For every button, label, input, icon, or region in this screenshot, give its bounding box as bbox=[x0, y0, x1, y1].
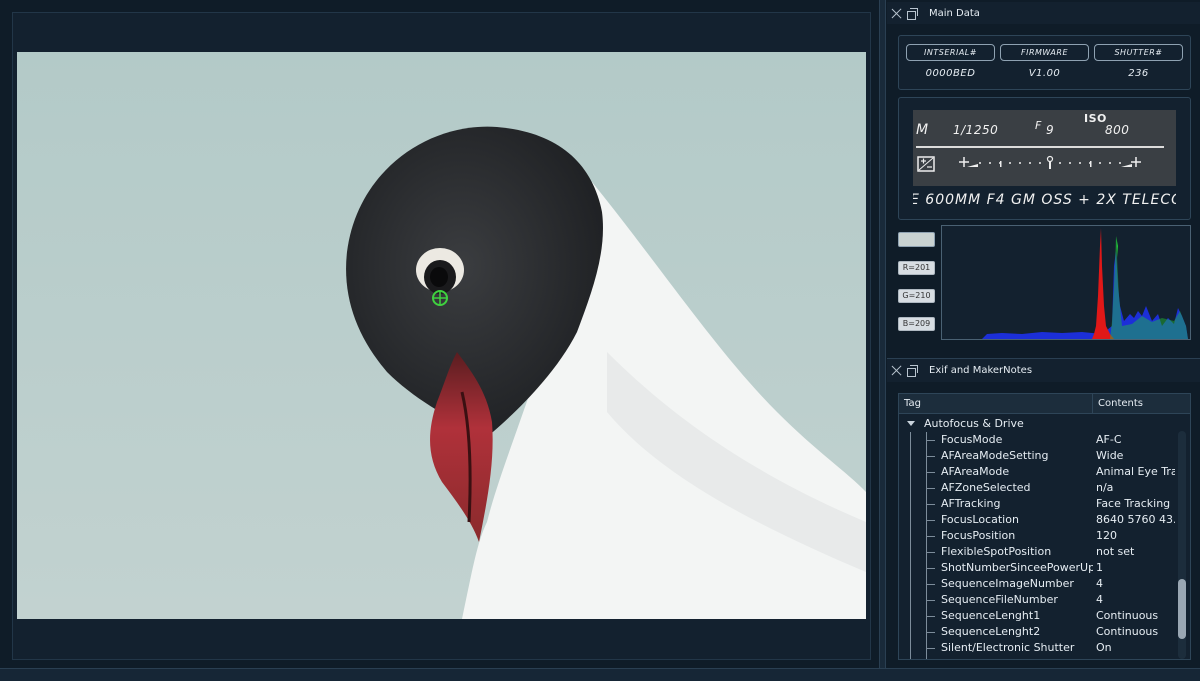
tree-expand-icon[interactable] bbox=[907, 421, 915, 426]
lens-name: E 600MM F4 GM OSS + 2X TELECONVERTER bbox=[913, 192, 1176, 208]
lcd-iso-label: ISO bbox=[1084, 112, 1107, 125]
row-value: Animal Eye Tra bbox=[1096, 465, 1175, 478]
scrollbar-thumb[interactable] bbox=[1178, 579, 1186, 639]
photo-preview[interactable] bbox=[17, 52, 866, 619]
table-row[interactable]: SequenceLenght2 Continuous bbox=[899, 624, 1177, 640]
row-tag: Silent/Electronic Shutter bbox=[941, 641, 1075, 654]
float-window-icon[interactable] bbox=[906, 7, 919, 20]
row-tag: FocusMode bbox=[941, 433, 1003, 446]
exposure-scale bbox=[917, 155, 1141, 172]
main-data-header: Main Data bbox=[887, 2, 1200, 24]
row-tag: FlexibleSpotPosition bbox=[941, 545, 1052, 558]
row-tag: SequenceFileNumber bbox=[941, 593, 1058, 606]
panel-splitter[interactable] bbox=[879, 0, 886, 668]
lcd-mode: M bbox=[916, 122, 929, 138]
info-label: FIRMWARE bbox=[1000, 44, 1089, 61]
row-tag: SequenceLenght1 bbox=[941, 609, 1041, 622]
exif-title: Exif and MakerNotes bbox=[929, 365, 1033, 376]
info-intserial: INTSERIAL# 0000BED bbox=[906, 44, 995, 79]
column-header-tag[interactable]: Tag bbox=[899, 394, 1093, 414]
row-value: not set bbox=[1096, 545, 1135, 558]
table-row[interactable]: AFZoneSelected n/a bbox=[899, 480, 1177, 496]
row-value: Face Tracking bbox=[1096, 497, 1171, 510]
camera-info: INTSERIAL# 0000BED FIRMWARE V1.00 SHUTTE… bbox=[906, 44, 1183, 79]
info-shutter: SHUTTER# 236 bbox=[1094, 44, 1183, 79]
row-value: 1 bbox=[1096, 561, 1103, 574]
table-row[interactable]: FocusPosition 120 bbox=[899, 528, 1177, 544]
float-window-icon[interactable] bbox=[906, 364, 919, 377]
info-label: SHUTTER# bbox=[1094, 44, 1183, 61]
lcd-aperture: 9 bbox=[1046, 123, 1055, 137]
lcd-iso: 800 bbox=[1105, 123, 1130, 137]
table-row[interactable]: SequenceLenght1 Continuous bbox=[899, 608, 1177, 624]
row-tag: AFAreaMode bbox=[941, 465, 1010, 478]
info-value: V1.00 bbox=[1028, 68, 1061, 79]
info-value: 236 bbox=[1128, 68, 1149, 79]
lcd-shutter: 1/1250 bbox=[953, 123, 999, 137]
table-row[interactable]: FocusLocation 8640 5760 43. bbox=[899, 512, 1177, 528]
table-row[interactable]: AFTracking Face Tracking bbox=[899, 496, 1177, 512]
info-firmware: FIRMWARE V1.00 bbox=[1000, 44, 1089, 79]
rgb-histogram bbox=[941, 225, 1191, 340]
green-value-button[interactable]: G=210 bbox=[898, 289, 935, 303]
row-tag: FocusPosition bbox=[941, 529, 1016, 542]
lcd-divider bbox=[916, 146, 1164, 148]
info-value: 0000BED bbox=[925, 68, 976, 79]
table-scrollbar[interactable] bbox=[1178, 431, 1186, 659]
row-tag: AFTracking bbox=[941, 497, 1001, 510]
row-tag: AFAreaModeSetting bbox=[941, 449, 1049, 462]
table-row[interactable]: AFAreaModeSetting Wide bbox=[899, 448, 1177, 464]
table-header: Tag Contents bbox=[899, 394, 1190, 414]
row-value: Continuous bbox=[1096, 625, 1159, 638]
lcd-aperture-prefix: F bbox=[1035, 119, 1042, 132]
row-tag: SequenceLenght2 bbox=[941, 625, 1041, 638]
row-value: Continuous bbox=[1096, 609, 1159, 622]
close-icon[interactable] bbox=[890, 364, 903, 377]
table-row[interactable]: ShotNumberSinceePowerUp 1 bbox=[899, 560, 1177, 576]
camera-lcd: M 1/1250 F 9 ISO 800 bbox=[913, 110, 1176, 186]
row-value: n/a bbox=[1096, 481, 1114, 494]
gull-photo bbox=[17, 52, 866, 619]
focus-point-icon bbox=[432, 290, 448, 306]
row-value: 4 bbox=[1096, 593, 1103, 606]
column-header-contents[interactable]: Contents bbox=[1093, 394, 1190, 414]
row-value: Wide bbox=[1096, 449, 1124, 462]
row-tag: FocusLocation bbox=[941, 513, 1019, 526]
row-value: 4 bbox=[1096, 577, 1103, 590]
color-swatch bbox=[898, 232, 935, 247]
row-tag: ShotNumberSinceePowerUp bbox=[941, 561, 1093, 574]
row-value: 120 bbox=[1096, 529, 1117, 542]
table-row[interactable]: FlexibleSpotPosition not set bbox=[899, 544, 1177, 560]
table-row[interactable]: SequenceImageNumber 4 bbox=[899, 576, 1177, 592]
group-label: Autofocus & Drive bbox=[924, 417, 1024, 430]
red-value-button[interactable]: R=201 bbox=[898, 261, 935, 275]
exposure-compensation-icon bbox=[917, 156, 935, 172]
close-icon[interactable] bbox=[890, 7, 903, 20]
status-bar bbox=[0, 668, 1200, 681]
info-label: INTSERIAL# bbox=[906, 44, 995, 61]
main-data-title: Main Data bbox=[929, 7, 980, 19]
table-row[interactable]: Silent/Electronic Shutter On bbox=[899, 640, 1177, 656]
row-value: On bbox=[1096, 641, 1112, 654]
exif-header: Exif and MakerNotes bbox=[887, 358, 1200, 382]
exif-table: Tag Contents Autofocus & Drive FocusMode… bbox=[898, 393, 1191, 660]
row-value: AF-C bbox=[1096, 433, 1122, 446]
row-tag: SequenceImageNumber bbox=[941, 577, 1074, 590]
histogram-plot bbox=[982, 228, 1188, 339]
blue-value-button[interactable]: B=209 bbox=[898, 317, 935, 331]
table-row[interactable]: SequenceFileNumber 4 bbox=[899, 592, 1177, 608]
row-value: 8640 5760 43. bbox=[1096, 513, 1175, 526]
table-row[interactable]: AFAreaMode Animal Eye Tra bbox=[899, 464, 1177, 480]
table-row[interactable]: FocusMode AF-C bbox=[899, 432, 1177, 448]
row-tag: AFZoneSelected bbox=[941, 481, 1031, 494]
